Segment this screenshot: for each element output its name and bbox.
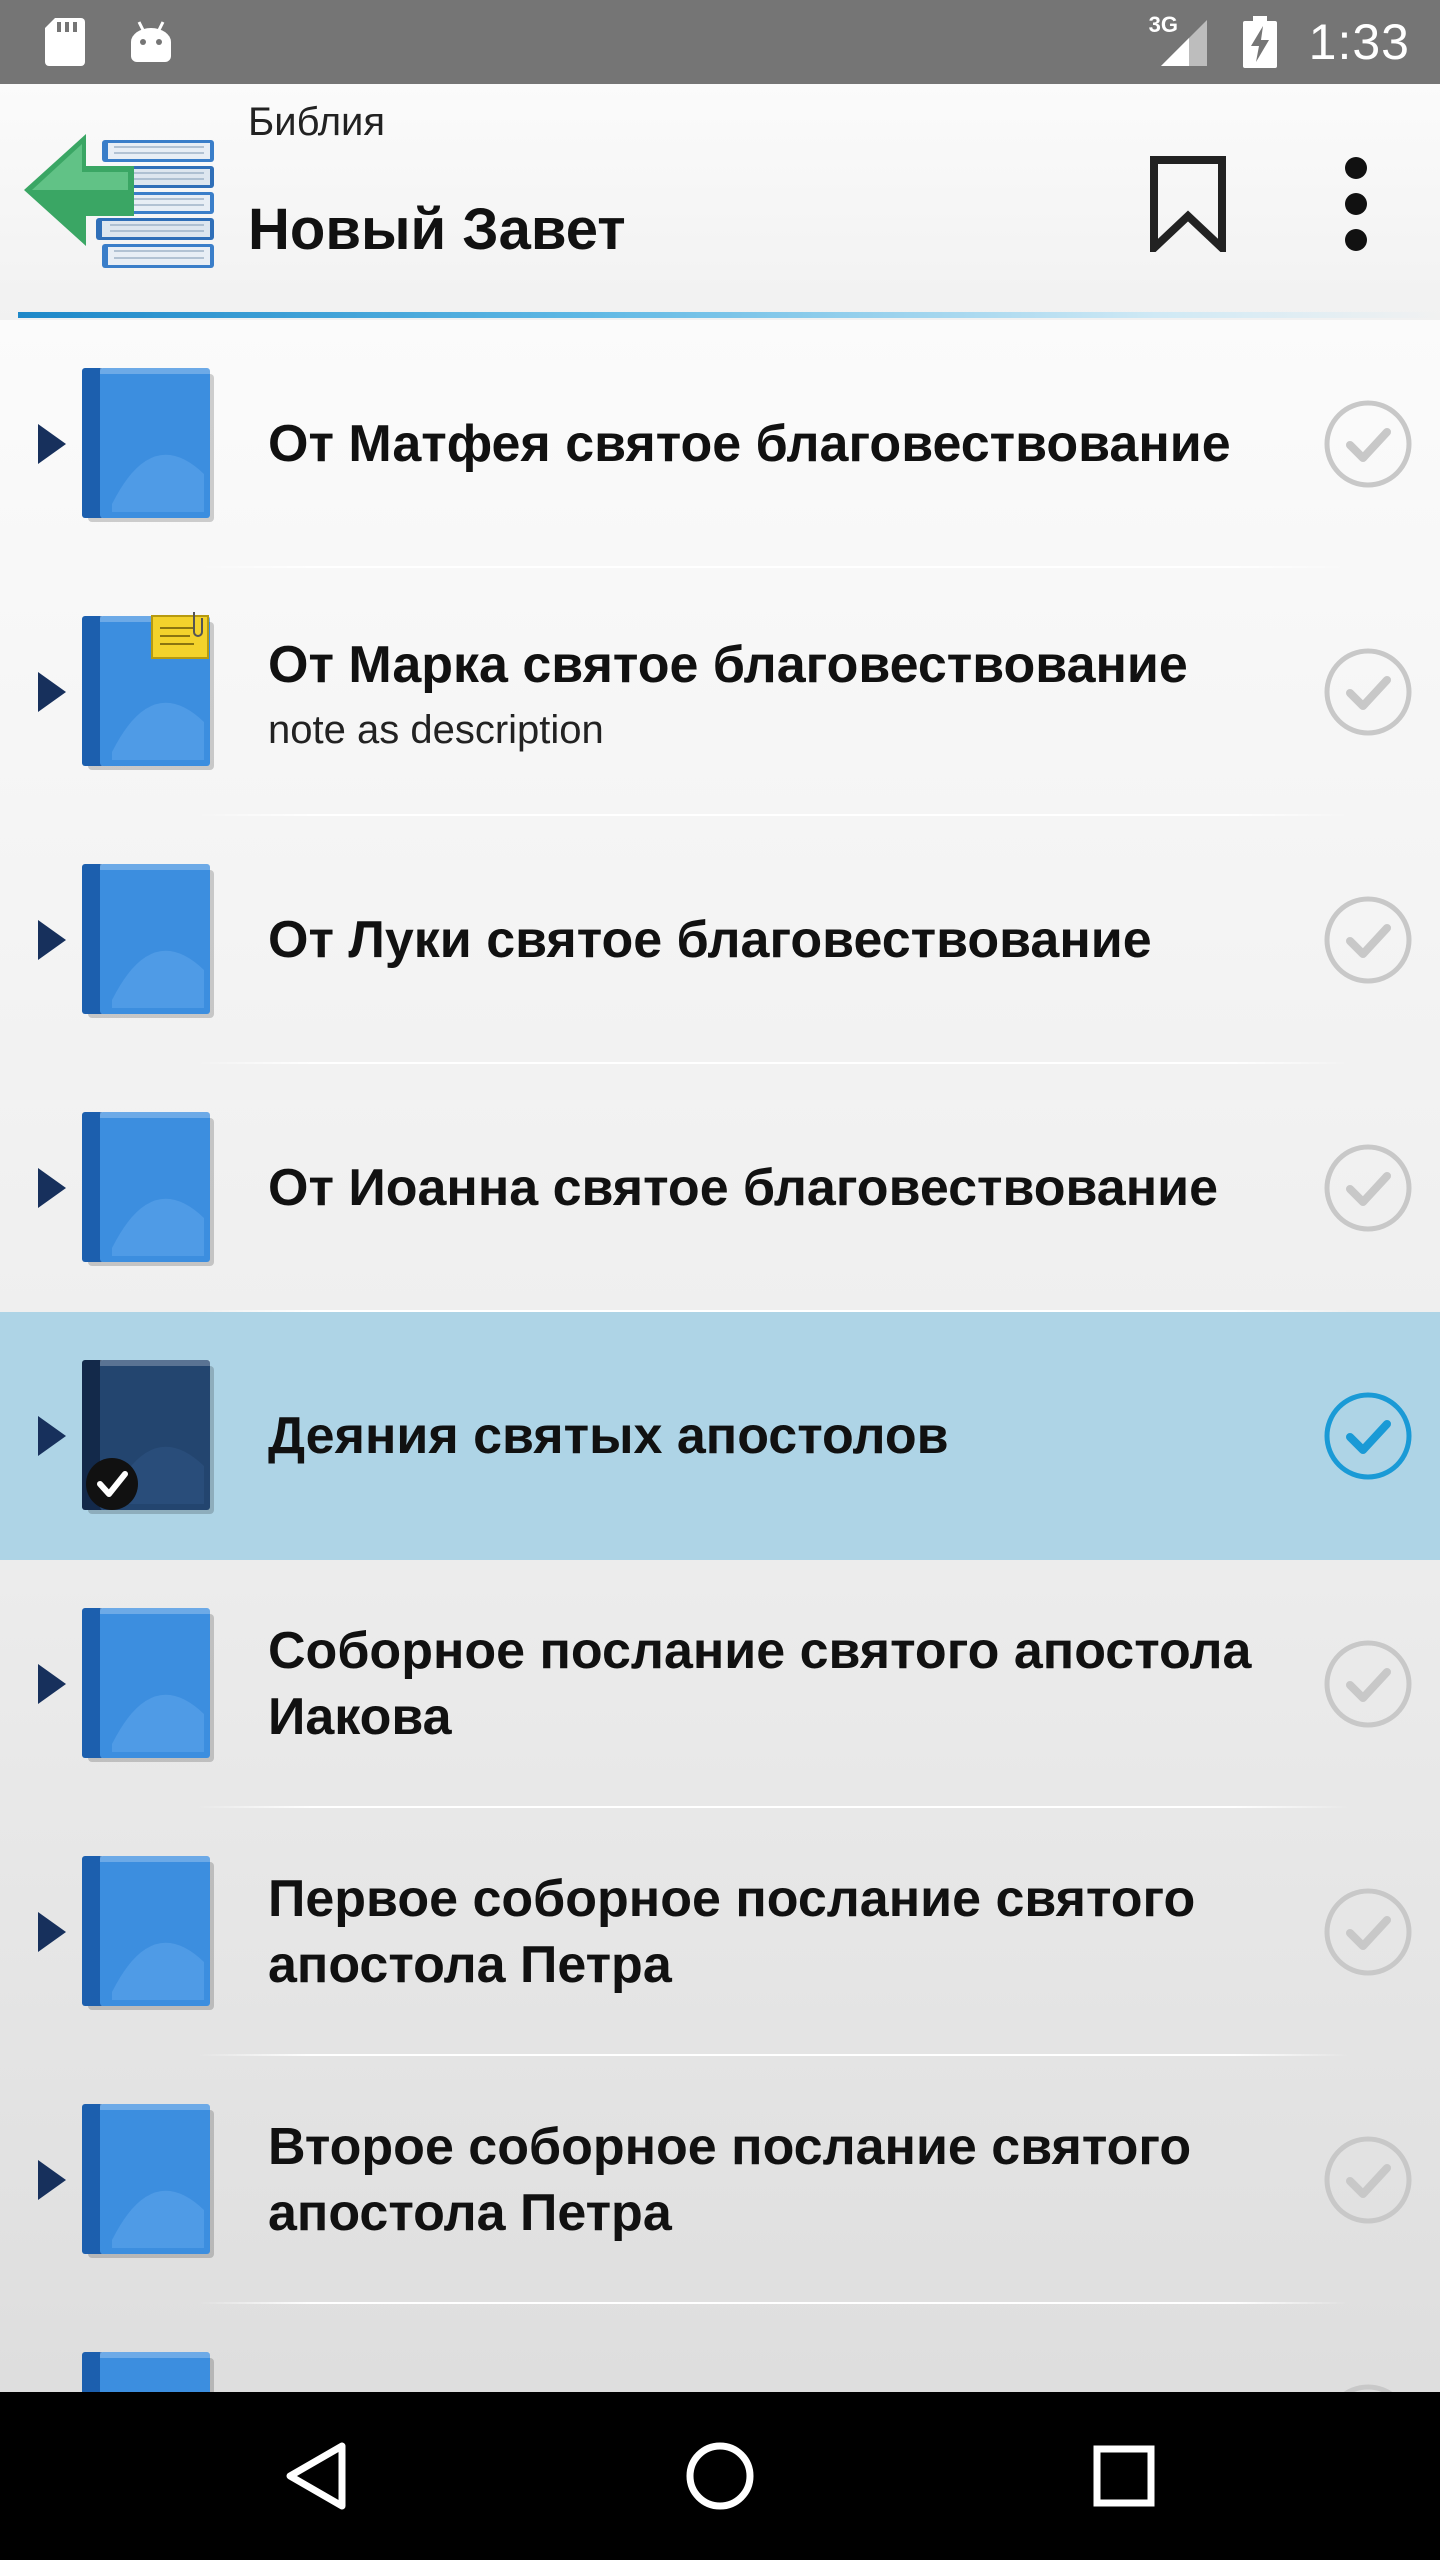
book-icon [82,2100,216,2260]
check-circle-icon[interactable] [1322,398,1414,490]
list-item-text: От Марка святое благовествование note as … [268,568,1280,816]
android-icon [128,16,174,68]
more-vert-icon[interactable] [1312,144,1400,264]
check-circle-icon[interactable] [1322,1886,1414,1978]
nav-home-icon[interactable] [670,2426,770,2526]
toolbar-title: Новый Завет [248,197,626,262]
check-circle-icon[interactable] [1322,1638,1414,1730]
toolbar: Библия Новый Завет [0,84,1440,320]
list-item-text: Второе соборное послание святого апостол… [268,2056,1280,2304]
battery-charging-icon [1237,16,1283,68]
list-item[interactable]: Второе соборное послание святого апостол… [0,2056,1440,2304]
book-icon [82,612,216,772]
list-item[interactable]: Соборное послание святого апостола Иаков… [0,1560,1440,1808]
check-circle-icon[interactable] [1322,894,1414,986]
list-item-title: От Марка святое благовествование [268,635,1188,694]
list-item[interactable]: Первое соборное послание святого [0,2304,1440,2392]
list-item-description: note as description [268,707,604,752]
list-item-text: От Луки святое благовествование [268,816,1280,1064]
book-icon [82,2348,216,2392]
check-circle-icon[interactable] [1322,2382,1414,2392]
book-icon [82,860,216,1020]
list-item[interactable]: Первое соборное послание святого апостол… [0,1808,1440,2056]
toolbar-divider [18,312,1440,318]
list-item[interactable]: Деяния святых апостолов [0,1312,1440,1560]
status-time: 1:33 [1308,14,1410,70]
book-icon [82,1604,216,1764]
list-item-title: Соборное послание святого апостола Иаков… [268,1622,1252,1746]
book-icon [82,1356,216,1516]
back-books-logo-icon[interactable] [24,128,220,278]
sd-card-icon [42,16,88,68]
list-item-title: От Иоанна святое благовествование [268,1159,1219,1217]
list-item-text: Соборное послание святого апостола Иаков… [268,1560,1280,1808]
expand-arrow-icon[interactable] [34,420,70,468]
list-item-text: От Иоанна святое благовествование [268,1064,1280,1312]
list-item-title: Первое соборное послание святого апостол… [268,1870,1196,1994]
nav-recents-icon[interactable] [1074,2426,1174,2526]
toolbar-subtitle: Библия [248,100,386,144]
expand-arrow-icon[interactable] [34,668,70,716]
book-list[interactable]: От Матфея святое благовествование От Марк… [0,320,1440,2392]
expand-arrow-icon[interactable] [34,1660,70,1708]
list-item-title: От Луки святое благовествование [268,911,1152,969]
list-item[interactable]: От Матфея святое благовествование [0,320,1440,568]
navigation-bar [0,2392,1440,2560]
check-circle-icon[interactable] [1322,646,1414,738]
book-icon [82,1108,216,1268]
list-item-text: Первое соборное послание святого [268,2304,1280,2392]
nav-back-icon[interactable] [266,2426,366,2526]
list-item-title: От Матфея святое благовествование [268,415,1231,473]
book-icon [82,364,216,524]
check-circle-icon[interactable] [1322,1390,1414,1482]
list-item-text: От Матфея святое благовествование [268,320,1280,568]
list-item-text: Деяния святых апостолов [268,1312,1280,1560]
check-circle-icon[interactable] [1322,2134,1414,2226]
list-item-title: Второе соборное послание святого апостол… [268,2118,1192,2242]
check-circle-icon[interactable] [1322,1142,1414,1234]
bookmark-icon[interactable] [1140,144,1236,264]
expand-arrow-icon[interactable] [34,1908,70,1956]
list-item[interactable]: От Иоанна святое благовествование [0,1064,1440,1312]
signal-icon: 3G [1149,14,1211,70]
list-item-text: Первое соборное послание святого апостол… [268,1808,1280,2056]
expand-arrow-icon[interactable] [34,2156,70,2204]
expand-arrow-icon[interactable] [34,1164,70,1212]
list-item[interactable]: От Луки святое благовествование [0,816,1440,1064]
expand-arrow-icon[interactable] [34,1412,70,1460]
list-item-title: Деяния святых апостолов [268,1407,949,1465]
status-bar: 3G 1:33 [0,0,1440,84]
book-icon [82,1852,216,2012]
expand-arrow-icon[interactable] [34,916,70,964]
list-item[interactable]: От Марка святое благовествование note as … [0,568,1440,816]
